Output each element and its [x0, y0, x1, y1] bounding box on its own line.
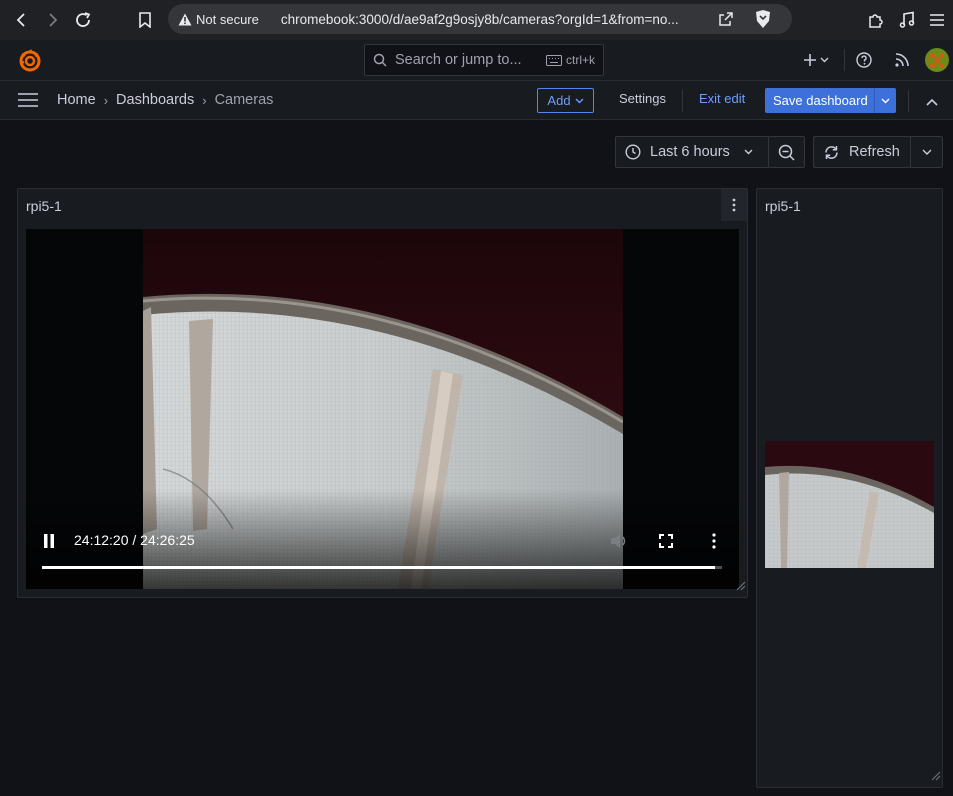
more-vertical-icon [712, 533, 716, 549]
chevron-down-icon [575, 98, 584, 103]
help-button[interactable] [845, 40, 883, 80]
camera-panel[interactable]: rpi5-1 24:12:20 / 24:26:25 [17, 188, 748, 598]
settings-button[interactable]: Settings [619, 91, 666, 106]
panel-title: rpi5-1 [765, 198, 801, 214]
fullscreen-button[interactable] [659, 534, 673, 553]
chevron-down-icon [820, 57, 828, 63]
camera-panel-2[interactable]: rpi5-1 [756, 188, 943, 788]
refresh-interval-button[interactable] [910, 136, 943, 168]
puzzle-icon [869, 14, 883, 28]
chevron-up-icon [926, 98, 938, 106]
clock-icon [625, 144, 641, 160]
panel-menu-button[interactable] [721, 189, 747, 221]
save-options-button[interactable] [874, 88, 896, 113]
search-shortcut: ctrl+k [545, 53, 595, 67]
exit-edit-button[interactable]: Exit edit [699, 91, 745, 106]
mute-button[interactable] [610, 533, 628, 554]
breadcrumb-dashboards[interactable]: Dashboards [116, 92, 194, 108]
back-icon [16, 13, 25, 27]
video-options-button[interactable] [712, 533, 716, 554]
panel-title: rpi5-1 [26, 198, 62, 214]
chevron-down-icon [922, 149, 931, 155]
pause-icon [44, 534, 54, 548]
breadcrumb-current: Cameras [214, 92, 274, 108]
media-button[interactable] [895, 8, 919, 32]
resize-handle-icon[interactable] [736, 578, 746, 596]
zoom-out-icon [778, 144, 795, 161]
share-icon[interactable] [718, 11, 734, 30]
hamburger-icon [18, 93, 38, 107]
brave-shields-icon[interactable] [754, 9, 772, 32]
news-button[interactable] [883, 40, 921, 80]
url-text[interactable]: chromebook:3000/d/ae9af2g9osjy8b/cameras… [281, 12, 699, 27]
address-bar[interactable]: Not secure chromebook:3000/d/ae9af2g9osj… [168, 4, 792, 34]
shortcut-label: ctrl+k [565, 53, 595, 67]
dashboard-toolbar: Home › Dashboards › Cameras Add Settings… [0, 81, 953, 120]
browser-menu-button[interactable] [925, 8, 949, 32]
rss-icon [895, 53, 909, 67]
warning-icon [178, 13, 192, 25]
browser-toolbar: Not secure chromebook:3000/d/ae9af2g9osj… [0, 0, 953, 40]
toolbar-divider [682, 90, 683, 112]
forward-button[interactable] [40, 8, 64, 32]
search-icon [373, 53, 387, 67]
user-avatar[interactable] [921, 40, 953, 80]
avatar [925, 48, 949, 72]
video-progress-bar[interactable] [42, 566, 722, 569]
fullscreen-icon [659, 534, 673, 548]
zoom-out-button[interactable] [768, 136, 805, 168]
video-player[interactable]: 24:12:20 / 24:26:25 [26, 229, 739, 589]
refresh-label: Refresh [849, 144, 900, 160]
add-button[interactable]: Add [537, 88, 594, 113]
time-range-picker[interactable]: Last 6 hours [615, 136, 769, 168]
collapse-toolbar-button[interactable] [926, 93, 938, 111]
bookmark-button[interactable] [133, 8, 157, 32]
save-label: Save dashboard [773, 93, 868, 108]
video-time: 24:12:20 / 24:26:25 [74, 532, 195, 548]
security-indicator[interactable]: Not secure [178, 12, 259, 27]
bookmark-icon [139, 12, 151, 28]
breadcrumb: Home › Dashboards › Cameras [57, 92, 273, 108]
forward-icon [49, 13, 58, 27]
extensions-button[interactable] [864, 8, 888, 32]
search-input[interactable]: Search or jump to... ctrl+k [364, 44, 604, 76]
back-button[interactable] [10, 8, 34, 32]
grafana-topbar: Search or jump to... ctrl+k [0, 40, 953, 81]
time-range-label: Last 6 hours [650, 144, 730, 160]
hamburger-icon [930, 14, 944, 26]
reload-icon [76, 12, 91, 27]
video-progress-fill [42, 566, 716, 569]
more-vertical-icon [732, 198, 736, 212]
breadcrumb-separator-icon: › [202, 92, 207, 108]
refresh-icon [825, 145, 838, 159]
new-menu-button[interactable] [796, 40, 836, 80]
refresh-button[interactable]: Refresh [813, 136, 911, 168]
pause-button[interactable] [43, 534, 55, 553]
topbar-actions [796, 40, 953, 80]
chevron-down-icon [881, 98, 890, 103]
search-placeholder: Search or jump to... [395, 52, 522, 68]
volume-icon [611, 534, 626, 548]
breadcrumb-separator-icon: › [103, 92, 109, 108]
plus-icon [803, 54, 816, 66]
reload-button[interactable] [71, 8, 95, 32]
chevron-down-icon [744, 149, 753, 155]
resize-handle-icon[interactable] [931, 768, 941, 786]
add-label: Add [547, 93, 571, 108]
breadcrumb-home[interactable]: Home [57, 92, 96, 108]
camera-thumbnail[interactable] [765, 441, 934, 568]
menu-toggle-button[interactable] [18, 93, 38, 112]
help-icon [856, 52, 872, 68]
not-secure-label: Not secure [196, 11, 259, 27]
save-dashboard-button[interactable]: Save dashboard [765, 88, 896, 113]
grafana-logo-icon[interactable] [18, 48, 42, 77]
music-note-icon [899, 11, 915, 28]
toolbar-divider [908, 90, 909, 112]
keyboard-icon [545, 54, 562, 66]
